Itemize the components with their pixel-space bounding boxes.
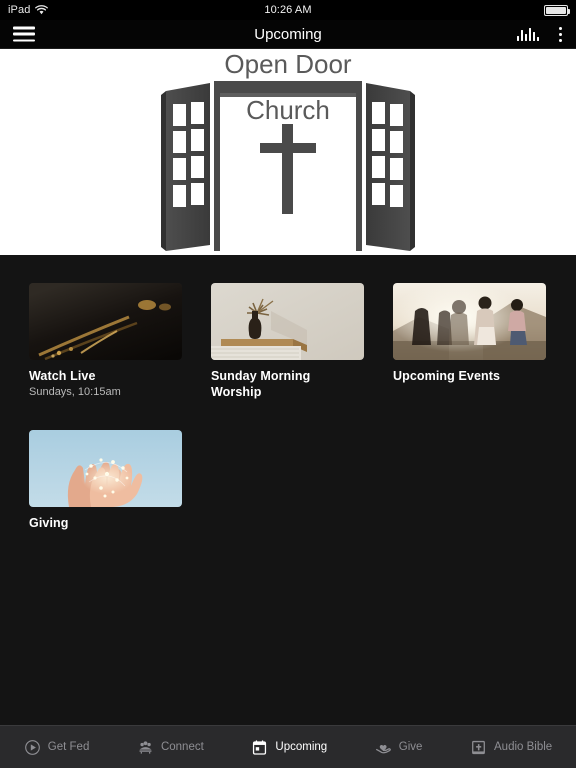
dark-brass-instruments-photo	[29, 283, 182, 360]
tab-connect[interactable]: Connect	[133, 739, 208, 756]
battery-fill	[546, 6, 566, 14]
logo-line1: Open Door	[224, 49, 352, 79]
card-title: Giving	[29, 516, 69, 530]
kebab-dot	[559, 32, 562, 36]
card-title: Watch Live	[29, 369, 96, 383]
card-giving[interactable]: Giving	[29, 430, 182, 531]
bottom-tab-bar: Get Fed Connect Upcoming Give Audio Bibl…	[0, 725, 576, 768]
app-root: iPad 10:26 AM Upcoming Open Door Church …	[0, 0, 576, 768]
kebab-dot	[559, 26, 562, 30]
eq-bar	[529, 28, 531, 41]
page-title: Upcoming	[254, 25, 322, 43]
main-content: Watch Live Sundays, 10:15am Sunday Morni…	[0, 255, 576, 738]
hands-holding-fairy-lights-photo	[29, 430, 182, 507]
card-thumbnail	[29, 283, 182, 360]
kebab-dot	[559, 38, 562, 42]
people-group-icon	[139, 740, 152, 754]
tab-upcoming[interactable]: Upcoming	[247, 739, 331, 756]
card-title: Upcoming Events	[393, 369, 501, 383]
card-title: Sunday Morning Worship	[211, 369, 311, 399]
logo-line2: Church	[246, 95, 330, 125]
card-sunday-morning-worship[interactable]: Sunday Morning Worship	[211, 283, 364, 400]
kebab-menu-icon[interactable]	[553, 23, 568, 46]
card-thumbnail	[211, 283, 364, 360]
tab-get-fed[interactable]: Get Fed	[20, 739, 94, 756]
card-thumbnail	[393, 283, 546, 360]
tab-label: Audio Bible	[494, 741, 553, 753]
tab-label: Give	[398, 741, 423, 753]
ios-status-bar: iPad 10:26 AM	[0, 0, 576, 20]
play-circle-icon	[24, 739, 40, 755]
bible-book-icon	[472, 740, 485, 754]
eq-bar	[521, 30, 523, 41]
heart-in-hand-icon	[375, 744, 391, 753]
tab-audio-bible[interactable]: Audio Bible	[466, 739, 556, 756]
nav-actions	[517, 23, 568, 46]
church-logo-banner: Open Door Church	[0, 49, 576, 255]
tab-label: Get Fed	[47, 741, 90, 753]
eq-bar	[533, 32, 535, 41]
app-navigation-bar: Upcoming	[0, 20, 576, 49]
people-at-sunset-photo	[393, 283, 546, 360]
card-subtitle: Sundays, 10:15am	[29, 386, 121, 398]
tab-label: Connect	[160, 741, 204, 753]
calendar-icon	[253, 739, 267, 755]
vase-with-dried-palm-photo	[211, 283, 364, 360]
open-door-church-logo: Open Door Church	[161, 49, 415, 251]
eq-bar	[537, 37, 539, 41]
card-thumbnail	[29, 430, 182, 507]
status-bar-right	[544, 0, 570, 20]
equalizer-icon[interactable]	[517, 27, 539, 41]
battery-icon	[544, 4, 570, 16]
status-bar-clock: 10:26 AM	[264, 4, 312, 16]
eq-bar	[525, 34, 527, 41]
tab-give[interactable]: Give	[371, 739, 427, 756]
card-watch-live[interactable]: Watch Live Sundays, 10:15am	[29, 283, 182, 400]
card-upcoming-events[interactable]: Upcoming Events	[393, 283, 546, 400]
card-grid: Watch Live Sundays, 10:15am Sunday Morni…	[0, 283, 576, 561]
tab-label: Upcoming	[275, 741, 328, 753]
eq-bar	[517, 36, 519, 41]
